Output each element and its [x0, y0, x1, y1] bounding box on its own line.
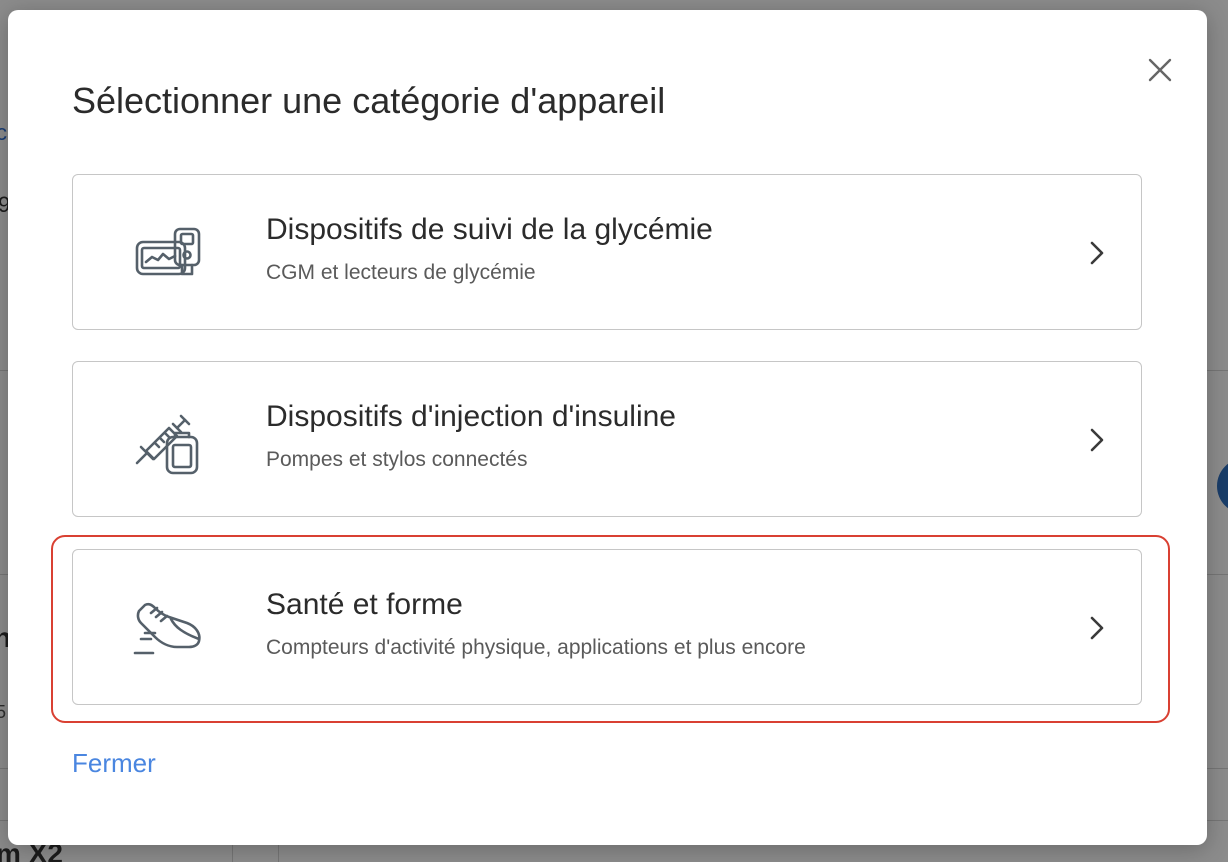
close-link[interactable]: Fermer	[72, 748, 156, 779]
category-subtitle: Compteurs d'activité physique, applicati…	[266, 636, 806, 659]
category-title: Dispositifs de suivi de la glycémie	[266, 213, 713, 246]
category-card-glucose[interactable]: Dispositifs de suivi de la glycémie CGM …	[72, 174, 1142, 330]
category-subtitle: Pompes et stylos connectés	[266, 448, 528, 471]
sneaker-icon	[133, 602, 201, 655]
device-category-modal: Sélectionner une catégorie d'appareil Di…	[8, 10, 1207, 845]
syringe-pump-icon	[135, 414, 199, 475]
chevron-right-icon	[1090, 428, 1104, 452]
close-icon	[1148, 58, 1172, 82]
modal-title: Sélectionner une catégorie d'appareil	[72, 80, 666, 121]
chevron-right-icon	[1090, 241, 1104, 265]
category-card-insulin[interactable]: Dispositifs d'injection d'insuline Pompe…	[72, 361, 1142, 517]
category-subtitle: CGM et lecteurs de glycémie	[266, 261, 536, 284]
category-card-fitness[interactable]: Santé et forme Compteurs d'activité phys…	[72, 549, 1142, 705]
close-button[interactable]	[1140, 50, 1180, 90]
chevron-right-icon	[1090, 616, 1104, 640]
category-title: Dispositifs d'injection d'insuline	[266, 400, 676, 433]
glucose-meter-icon	[135, 227, 201, 276]
category-title: Santé et forme	[266, 588, 463, 621]
